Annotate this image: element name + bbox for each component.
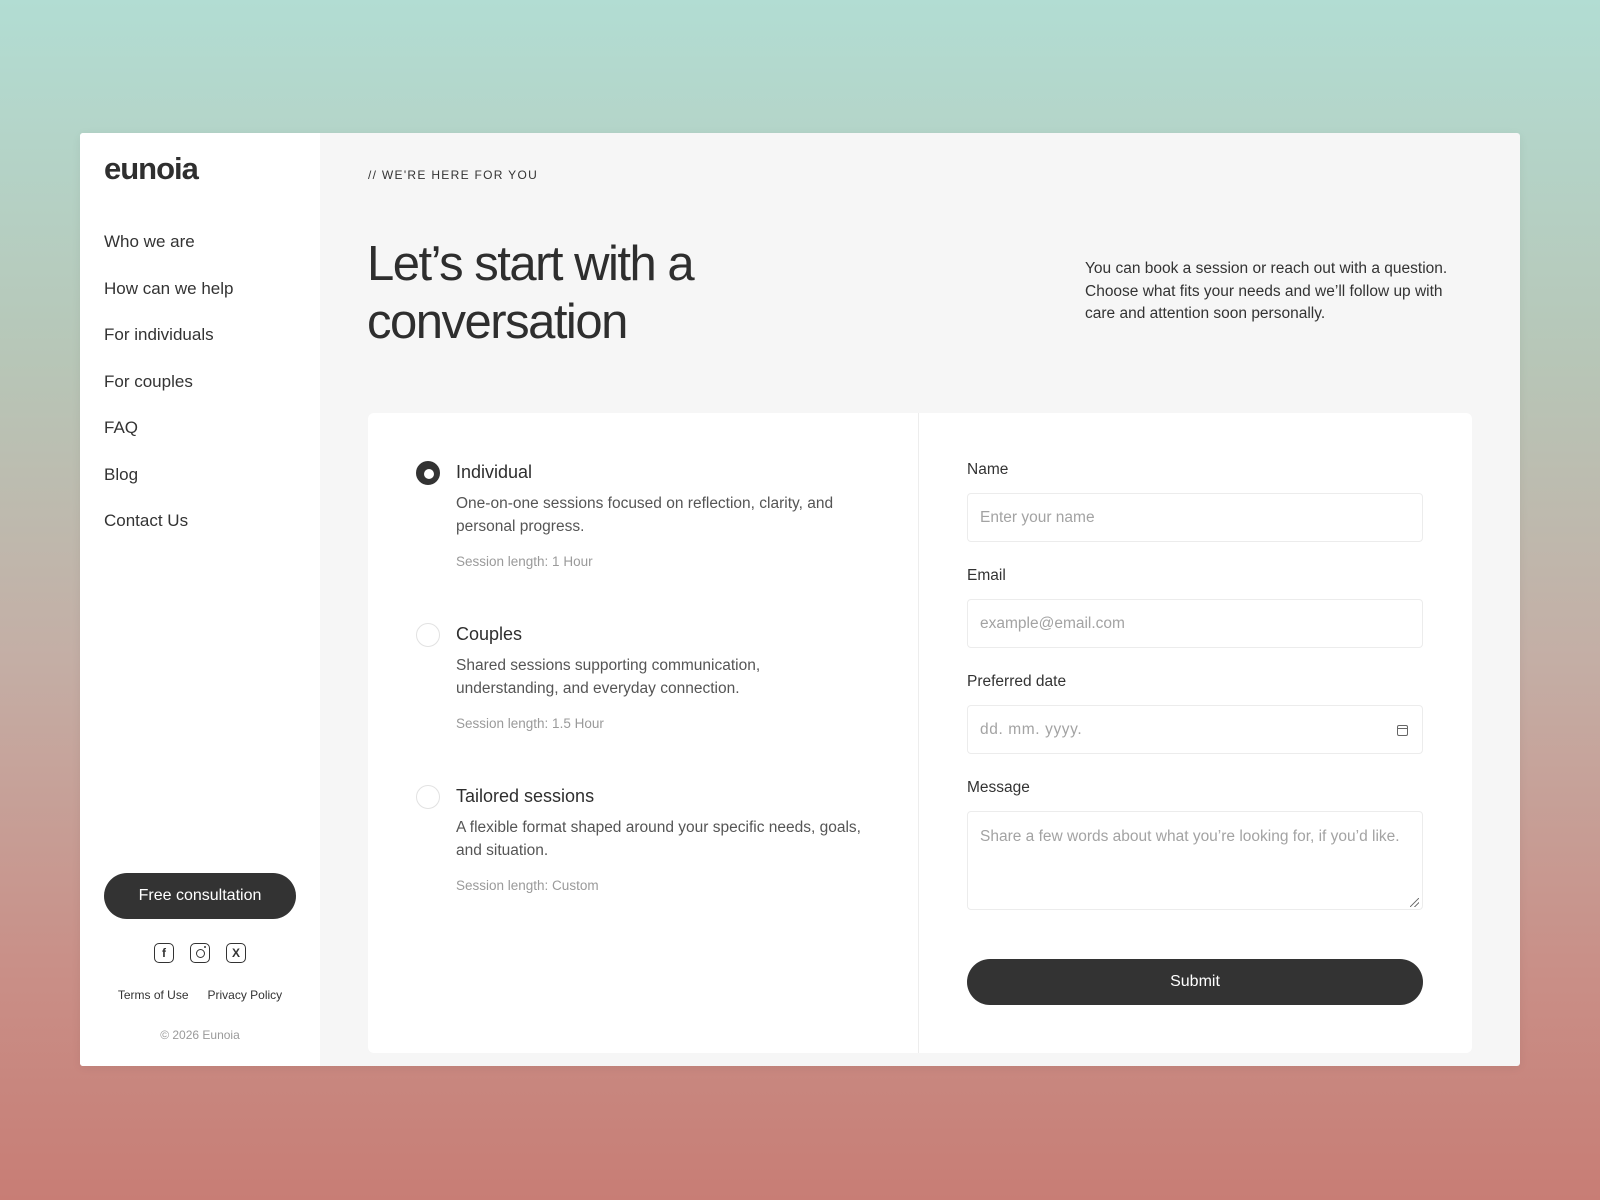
eyebrow-label: // WE'RE HERE FOR YOU (368, 168, 539, 182)
terms-of-use-link[interactable]: Terms of Use (118, 988, 189, 1002)
option-length: Session length: Custom (456, 878, 599, 893)
main-content: // WE'RE HERE FOR YOU Let’s start with a… (320, 133, 1520, 1066)
nav-item-who-we-are[interactable]: Who we are (104, 232, 233, 279)
calendar-icon[interactable] (1397, 725, 1408, 736)
nav-item-for-couples[interactable]: For couples (104, 372, 233, 419)
name-input[interactable] (967, 493, 1423, 542)
free-consultation-button[interactable]: Free consultation (104, 873, 296, 919)
nav-item-how-can-we-help[interactable]: How can we help (104, 279, 233, 326)
date-label: Preferred date (967, 673, 1067, 690)
name-label: Name (967, 461, 1009, 478)
contact-form: Name Email Preferred date dd. mm. yyyy. … (919, 413, 1472, 1053)
nav-item-blog[interactable]: Blog (104, 465, 233, 512)
message-label: Message (967, 779, 1030, 796)
radio-couples[interactable] (416, 623, 440, 647)
sidebar: eunoia Who we are How can we help For in… (80, 133, 320, 1066)
radio-individual[interactable] (416, 461, 440, 485)
option-length: Session length: 1 Hour (456, 554, 593, 569)
option-description: One-on-one sessions focused on reflectio… (456, 495, 834, 535)
option-title: Couples (456, 624, 523, 644)
nav-item-contact-us[interactable]: Contact Us (104, 511, 233, 558)
intro-text: You can book a session or reach out with… (1085, 260, 1448, 322)
sidebar-nav: Who we are How can we help For individua… (104, 232, 233, 558)
page-title: Let’s start with a conversation (367, 237, 695, 349)
option-length: Session length: 1.5 Hour (456, 716, 604, 731)
option-title: Tailored sessions (456, 786, 595, 806)
social-links: f X (80, 943, 320, 963)
copyright: © 2026 Eunoia (160, 1028, 240, 1042)
date-input[interactable]: dd. mm. yyyy. (967, 705, 1423, 754)
option-description: A flexible format shaped around your spe… (456, 819, 861, 859)
booking-card: Individual One-on-one sessions focused o… (368, 413, 1472, 1053)
email-label: Email (967, 567, 1006, 584)
session-options: Individual One-on-one sessions focused o… (368, 413, 919, 1053)
facebook-icon[interactable]: f (154, 943, 174, 963)
logo[interactable]: eunoia (104, 151, 199, 187)
radio-tailored[interactable] (416, 785, 440, 809)
app-window: eunoia Who we are How can we help For in… (80, 133, 1520, 1066)
nav-item-faq[interactable]: FAQ (104, 418, 233, 465)
email-input[interactable] (967, 599, 1423, 648)
resize-handle-icon[interactable] (1410, 898, 1419, 907)
nav-item-for-individuals[interactable]: For individuals (104, 325, 233, 372)
submit-button[interactable]: Submit (967, 959, 1423, 1005)
instagram-icon[interactable] (190, 943, 210, 963)
x-icon[interactable]: X (226, 943, 246, 963)
option-title: Individual (456, 462, 533, 482)
legal-links: Terms of Use Privacy Policy (80, 988, 320, 1002)
option-description: Shared sessions supporting communication… (456, 657, 761, 697)
message-textarea[interactable] (967, 811, 1423, 910)
date-placeholder: dd. mm. yyyy. (980, 721, 1083, 738)
privacy-policy-link[interactable]: Privacy Policy (208, 988, 283, 1002)
